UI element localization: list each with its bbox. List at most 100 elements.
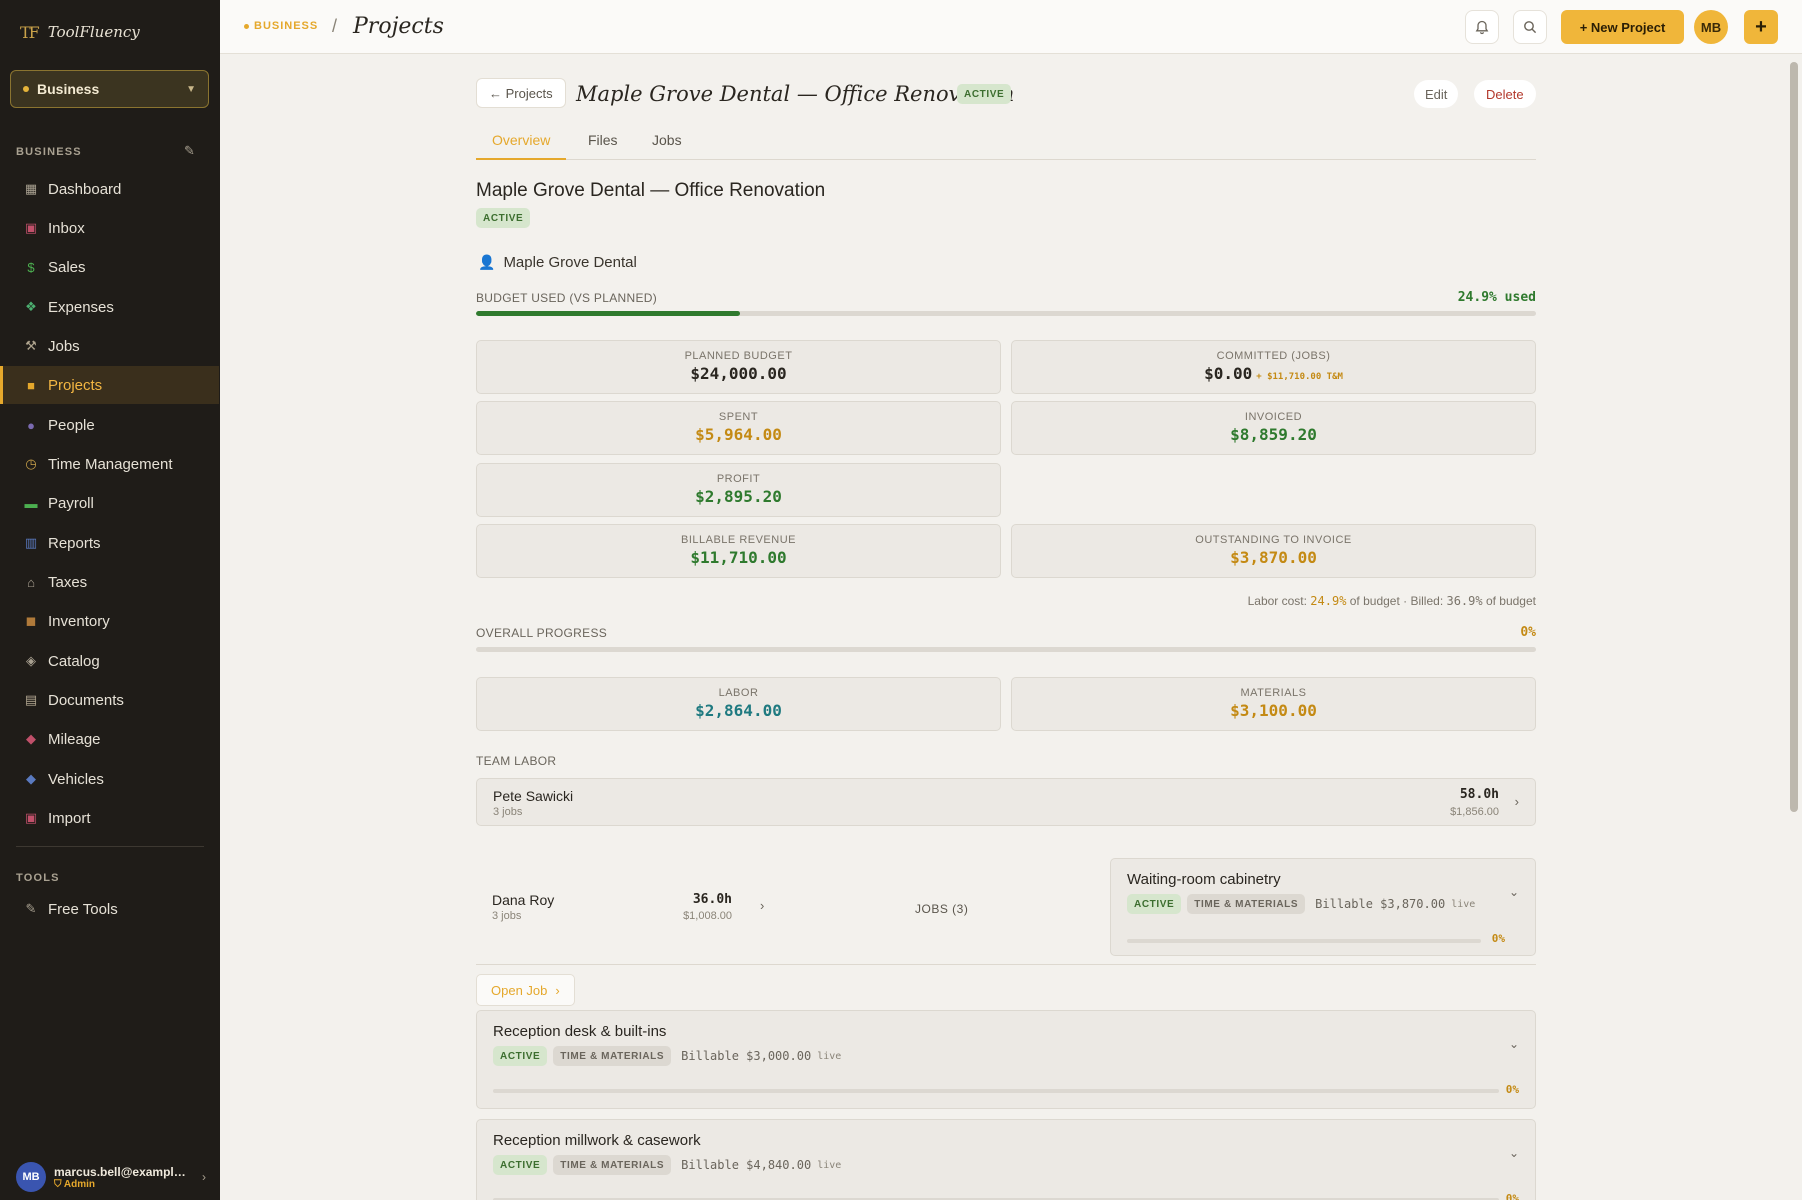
user-role-label: Admin [63, 1178, 96, 1190]
team-member-row[interactable]: Pete Sawicki 3 jobs 58.0h $1,856.00 › [476, 778, 1536, 826]
sidebar-item-free-tools[interactable]: ✎ Free Tools [0, 890, 219, 928]
project-title: Maple Grove Dental — Office Renovation [576, 82, 1015, 106]
bar-chart-icon: ▥ [24, 535, 38, 550]
bell-icon [1475, 20, 1489, 34]
sidebar-item-projects[interactable]: ■ Projects [0, 366, 219, 404]
logo[interactable]: TF ToolFluency [20, 20, 140, 44]
job-type-badge: TIME & MATERIALS [553, 1155, 672, 1175]
quick-add-button[interactable]: + [1744, 10, 1778, 44]
tab-files[interactable]: Files [588, 132, 618, 160]
stat-label: MATERIALS [1240, 687, 1307, 699]
job-progress-bar [493, 1089, 1499, 1093]
sidebar-item-label: Free Tools [48, 900, 118, 918]
document-icon: ▤ [24, 692, 38, 707]
stat-value: $2,864.00 [695, 701, 782, 720]
new-project-button[interactable]: + New Project [1561, 10, 1684, 44]
sidebar-item-label: Inbox [48, 219, 85, 237]
job-card[interactable]: Reception desk & built-ins ACTIVE TIME &… [476, 1010, 1536, 1109]
project-heading: Maple Grove Dental — Office Renovation [476, 180, 826, 201]
stopwatch-icon: ◷ [25, 456, 37, 471]
sidebar-item-reports[interactable]: ▥ Reports [0, 524, 219, 562]
job-live: live [817, 1159, 842, 1171]
logo-mark: TF [20, 22, 40, 42]
overall-progress-value: 0% [1520, 625, 1536, 640]
back-to-projects-button[interactable]: ← Projects [476, 78, 566, 108]
business-select[interactable]: Business ▼ [10, 70, 209, 108]
sidebar-item-catalog[interactable]: ◈ Catalog [0, 642, 219, 680]
chevron-right-icon: › [202, 1170, 206, 1184]
open-job-button[interactable]: Open Job › [476, 974, 575, 1006]
stat-value: $3,870.00 [1230, 548, 1317, 567]
avatar: MB [16, 1162, 46, 1192]
chevron-down-icon[interactable]: ⌄ [1509, 1146, 1519, 1160]
job-card[interactable]: Reception millwork & casework ACTIVE TIM… [476, 1119, 1536, 1200]
sidebar-item-payroll[interactable]: ▬ Payroll [0, 484, 219, 522]
stat-value: $24,000.00 [690, 364, 787, 383]
job-progress-value: 0% [1505, 1192, 1519, 1200]
sidebar-item-label: Projects [48, 376, 103, 394]
stat-label: INVOICED [1244, 411, 1303, 423]
sidebar-item-people[interactable]: ● People [0, 406, 219, 444]
caret-down-icon: ▼ [186, 83, 196, 95]
sidebar-item-label: Inventory [48, 612, 110, 630]
sidebar-item-taxes[interactable]: ⌂ Taxes [0, 563, 219, 601]
sidebar-item-label: Vehicles [48, 770, 104, 788]
edit-button[interactable]: Edit [1414, 80, 1459, 108]
business-dot [23, 86, 29, 92]
stat-outstanding: OUTSTANDING TO INVOICE $3,870.00 [1011, 524, 1536, 578]
import-icon: ▣ [24, 810, 38, 825]
scrollbar[interactable] [1790, 62, 1798, 812]
tab-jobs[interactable]: Jobs [652, 132, 682, 160]
avatar[interactable]: MB [1694, 10, 1728, 44]
stat-value: $2,895.20 [695, 487, 782, 506]
budget-used-value: 24.9% used [1457, 290, 1536, 305]
sidebar-item-inbox[interactable]: ▣ Inbox [0, 209, 219, 247]
stat-labor: LABOR $2,864.00 [476, 677, 1001, 731]
client-link[interactable]: 👤 Maple Grove Dental [478, 254, 637, 271]
money-wings-icon: ❖ [25, 299, 37, 314]
stat-label: LABOR [718, 687, 759, 699]
tab-overview[interactable]: Overview [476, 132, 567, 160]
stat-invoiced: INVOICED $8,859.20 [1011, 401, 1536, 455]
member-amount: $1,008.00 [683, 910, 732, 922]
top-header: BUSINESS / Projects + New Project MB + [220, 0, 1802, 54]
user-menu[interactable]: MB marcus.bell@example... ⛉ Admin › [16, 1160, 206, 1194]
job-billable: Billable $3,000.00 [681, 1049, 812, 1063]
sidebar-item-sales[interactable]: $ Sales [0, 248, 219, 286]
breadcrumb-business[interactable]: BUSINESS [244, 20, 318, 32]
chevron-down-icon[interactable]: ⌄ [1509, 885, 1519, 899]
job-progress-value: 0% [1505, 1083, 1519, 1096]
chevron-right-icon: › [760, 898, 765, 913]
open-job-label: Open Job [491, 982, 548, 998]
stat-billable-revenue: BILLABLE REVENUE $11,710.00 [476, 524, 1001, 578]
sidebar-item-documents[interactable]: ▤ Documents [0, 681, 219, 719]
inbox-icon: ▣ [24, 220, 38, 235]
sidebar-item-dashboard[interactable]: ▦ Dashboard [0, 170, 219, 208]
status-badge: ACTIVE [1127, 894, 1182, 914]
tag-icon: ◈ [26, 653, 36, 668]
sidebar-item-label: Taxes [48, 573, 88, 591]
chevron-down-icon[interactable]: ⌄ [1509, 1037, 1519, 1051]
sidebar-item-vehicles[interactable]: ◆ Vehicles [0, 760, 219, 798]
shield-icon: ⛉ [54, 1178, 64, 1190]
folder-icon: ■ [27, 377, 35, 393]
stat-tm-note: + $11,710.00 T&M [1256, 372, 1343, 382]
sidebar-item-jobs[interactable]: ⚒ Jobs [0, 327, 219, 365]
team-member-row[interactable]: Dana Roy 3 jobs 36.0h $1,008.00 › [476, 892, 776, 932]
search-button[interactable] [1513, 10, 1547, 44]
job-card[interactable]: Waiting-room cabinetry ACTIVE TIME & MAT… [1110, 858, 1536, 956]
breadcrumb-separator: / [332, 16, 338, 36]
sidebar-item-mileage[interactable]: ◆ Mileage [0, 720, 219, 758]
sidebar-item-inventory[interactable]: ◼ Inventory [0, 602, 219, 640]
job-name: Reception desk & built-ins [493, 1023, 667, 1040]
sidebar-item-time-management[interactable]: ◷ Time Management [0, 445, 219, 483]
delete-button[interactable]: Delete [1474, 80, 1536, 108]
sidebar-item-label: Catalog [48, 652, 100, 670]
bank-icon: ⌂ [27, 574, 35, 590]
search-icon [1524, 21, 1537, 34]
notifications-button[interactable] [1465, 10, 1499, 44]
sidebar-item-expenses[interactable]: ❖ Expenses [0, 288, 219, 326]
edit-pencil-icon[interactable]: ✎ [184, 143, 195, 159]
job-progress-bar [1127, 939, 1481, 943]
sidebar-item-import[interactable]: ▣ Import [0, 799, 219, 837]
